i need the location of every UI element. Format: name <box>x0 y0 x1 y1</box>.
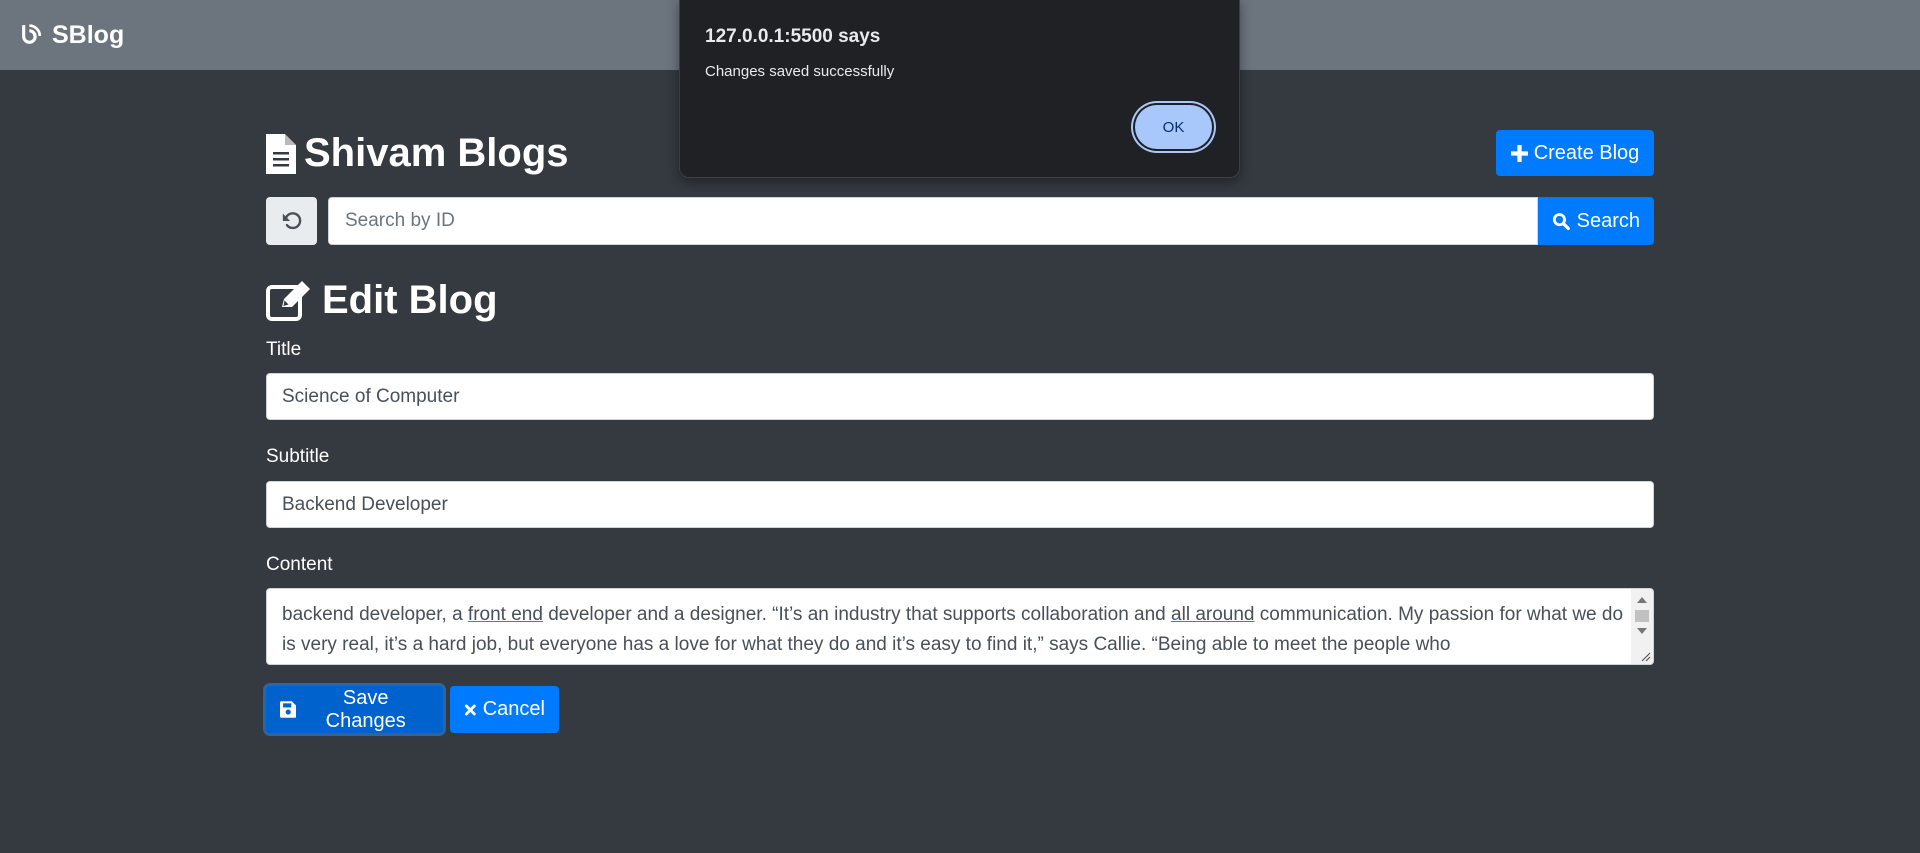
subtitle-label: Subtitle <box>266 446 330 467</box>
content-segment-underlined: all around <box>1171 604 1255 625</box>
content-segment-underlined: front end <box>467 604 543 625</box>
reset-button[interactable] <box>266 197 317 245</box>
edit-blog-heading: Edit Blog <box>266 278 498 323</box>
search-input[interactable] <box>328 197 1538 245</box>
scroll-up-arrow-icon[interactable] <box>1637 597 1647 603</box>
brand-name: SBlog <box>52 20 125 49</box>
document-icon <box>266 133 296 174</box>
create-blog-button[interactable]: Create Blog <box>1496 130 1654 176</box>
dialog-message: Changes saved successfully <box>705 63 895 80</box>
title-field[interactable] <box>266 373 1654 420</box>
resize-handle-icon[interactable] <box>1639 650 1651 662</box>
alert-dialog: 127.0.0.1:5500 says Changes saved succes… <box>679 0 1240 178</box>
close-icon <box>464 704 476 715</box>
search-icon <box>1552 212 1570 230</box>
save-changes-button[interactable]: Save Changes <box>266 686 443 733</box>
dialog-title: 127.0.0.1:5500 says <box>705 26 881 47</box>
content-text: backend developer, a front end developer… <box>282 600 1625 660</box>
edit-icon <box>266 280 310 321</box>
cancel-label: Cancel <box>482 698 545 720</box>
blogger-icon <box>22 23 42 44</box>
search-button-label: Search <box>1576 209 1640 232</box>
undo-icon <box>282 212 301 230</box>
title-label: Title <box>266 339 302 360</box>
scroll-down-arrow-icon[interactable] <box>1637 628 1647 634</box>
cancel-button[interactable]: Cancel <box>450 686 559 733</box>
edit-blog-heading-text: Edit Blog <box>322 278 498 322</box>
save-icon <box>280 701 297 718</box>
save-changes-label: Save Changes <box>325 686 406 732</box>
scroll-thumb[interactable] <box>1635 610 1649 622</box>
subtitle-field[interactable] <box>266 481 1654 528</box>
search-button[interactable]: Search <box>1538 197 1654 245</box>
content-segment: backend developer, a <box>282 604 468 625</box>
dialog-ok-button[interactable]: OK <box>1135 105 1212 149</box>
create-blog-label: Create Blog <box>1533 141 1640 164</box>
content-textarea[interactable]: backend developer, a front end developer… <box>266 588 1654 665</box>
plus-icon <box>1510 144 1528 162</box>
content-label: Content <box>266 554 333 575</box>
page-title: Shivam Blogs <box>266 131 569 176</box>
page-title-text: Shivam Blogs <box>304 131 569 175</box>
content-segment: developer and a designer. “It’s an indus… <box>542 604 1172 625</box>
search-bar: Search <box>266 197 1654 245</box>
brand-link[interactable]: SBlog <box>19 21 124 50</box>
